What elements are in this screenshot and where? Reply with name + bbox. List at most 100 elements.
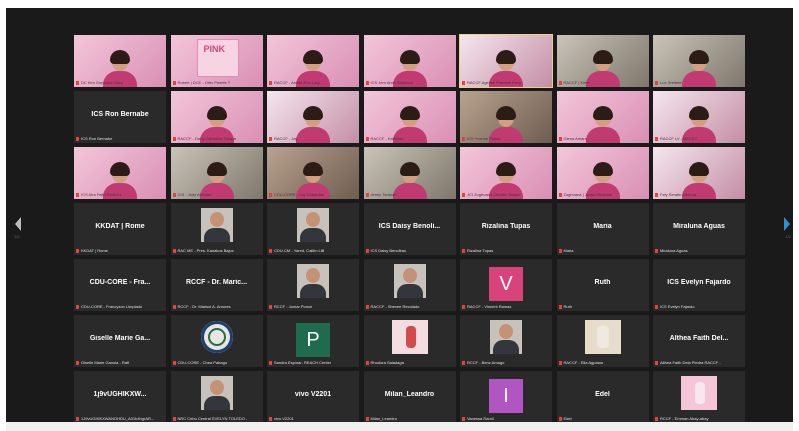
participant-tile[interactable]: CDU-CORE - Fra... CDU-CORE - Francyzon Li… — [74, 259, 166, 311]
profile-photo — [393, 264, 426, 298]
participant-tile[interactable]: RCCF - Dr. Maric... RCCF - Dr. Marisol A.… — [170, 259, 263, 311]
participant-tile[interactable]: RACCF - Jay — [267, 91, 359, 143]
participant-name-label: RACCF - Vincent Ramas — [462, 304, 550, 310]
participant-tile[interactable]: Althea Faith Del... Althea Faith Dela Pie… — [653, 315, 745, 367]
participant-name-label: ICS Aira Faith Federez — [76, 192, 164, 198]
participant-name-label: CDU-CM - Yared, Caitlin Lilli — [269, 248, 357, 254]
profile-picture — [391, 320, 428, 354]
participant-name-label: RACCF - Kathleen — [366, 136, 454, 142]
profile-photo — [200, 376, 233, 410]
participant-name-label: Rizalina Tupas — [462, 248, 550, 254]
participant-display-name: 1j9vUGHIKXW... — [93, 391, 147, 398]
participant-name-label: JCI Zugbuana Christie Tacson — [462, 192, 550, 198]
participant-name-label: CDU-CORE - Chea Pabago — [173, 360, 261, 366]
participant-tile[interactable]: Ruth Ruth — [556, 259, 649, 311]
participant-tile[interactable]: Milan_Leandro Milan_Leandro — [363, 371, 456, 423]
participant-name-label: RACCF LV - MECKY — [655, 136, 743, 142]
participant-tile[interactable]: RACCF LV - MECKY — [653, 91, 745, 143]
meeting-controls-bar — [6, 422, 793, 431]
participant-tile[interactable]: Giselle Marie Ga... Giselle Marie Ganola … — [74, 315, 166, 367]
participant-tile[interactable]: CDU-CORE - Chea Pabago — [170, 315, 263, 367]
participant-tile[interactable]: Edel Edel — [556, 371, 649, 423]
participant-tile[interactable]: RACCF - Archie Ron Lary — [267, 35, 359, 87]
participant-display-name: Maria — [593, 223, 612, 230]
participant-tile[interactable]: vivo V2201 vivo V2201 — [267, 371, 359, 423]
participant-tile[interactable]: Zugbuana | Jessa Memorio — [556, 147, 649, 199]
participant-tile[interactable]: Luz Jireltete — [653, 35, 745, 87]
participant-name-label: RACCF - Dairy Catherine Tarapa — [173, 136, 261, 142]
participant-name-label: RACCF - Archie Ron Lary — [269, 80, 357, 86]
participant-name-label: Zugbuana | Jessa Memorio — [559, 192, 647, 198]
participant-name-label: RAC ME - Pres. Kanakos Bajoc — [173, 248, 261, 254]
participant-tile[interactable]: Fely Serafin Abenoa — [653, 147, 745, 199]
participant-tile[interactable]: RACCF - Ella Agpawa — [556, 315, 649, 367]
participant-tile[interactable]: Glena Amaro — [556, 91, 649, 143]
participant-name-label: Ruth — [559, 304, 647, 310]
participant-tile[interactable]: P Sandra Espinar- REACH Center — [267, 315, 359, 367]
poster-text: PINK — [203, 44, 226, 54]
participant-name-label: RACCF - Shevee Recolado — [366, 304, 454, 310]
participant-tile[interactable]: RCCF - Jomar Ponce — [267, 259, 359, 311]
participant-tile[interactable]: Miraluna Aguas Miraluna Aguas — [653, 203, 745, 255]
profile-photo — [297, 264, 329, 298]
participant-tile[interactable]: ICS - Judy Alvindro — [170, 147, 263, 199]
participant-display-name: Miraluna Aguas — [673, 223, 725, 230]
participant-tile[interactable]: ICS Yvonne Palma — [460, 91, 552, 143]
participant-tile[interactable]: Rizalina Tupas Rizalina Tupas — [460, 203, 552, 255]
participant-name-label: Sandra Espinar- REACH Center — [269, 360, 357, 366]
participant-tile[interactable]: Rhodora Saladaga — [363, 315, 456, 367]
profile-picture — [681, 376, 717, 410]
participant-tile[interactable]: RACCF - Dairy Catherine Tarapa — [170, 91, 263, 143]
prev-page-button[interactable] — [14, 216, 22, 232]
participant-tile[interactable]: RAC ME - Pres. Kanakos Bajoc — [170, 203, 263, 255]
participant-tile[interactable]: CDU-CM - Yared, Caitlin Lilli — [267, 203, 359, 255]
participant-display-name: CDU-CORE - Fra... — [89, 279, 151, 286]
participant-tile[interactable]: PINK Robert | DCE - Ortic Pwerfe T — [170, 35, 263, 87]
avatar-initial: I — [489, 379, 523, 413]
participant-tile[interactable]: V RACCF - Vincent Ramas — [460, 259, 552, 311]
chevron-right-icon — [784, 217, 790, 231]
participant-display-name: Edel — [595, 391, 610, 398]
participant-tile[interactable]: KKDAT | Rome KKDAT | Rome — [74, 203, 166, 255]
participant-name-label: RACCF - Jay — [269, 136, 357, 142]
participant-tile[interactable]: 1j9vUGHIKXW... 1J9vUGHIKXWANOHDU_A01b4hgr… — [74, 371, 166, 423]
participant-name-label: RCCF - Jomar Ponce — [269, 304, 357, 310]
participant-tile[interactable]: I Vanessa Ramil — [460, 371, 552, 423]
participant-tile[interactable]: ICS Daisy Benoli... ICS Daisy Benolirac — [363, 203, 456, 255]
participant-tile[interactable]: RACCF Ageline Pramiah Perg — [459, 34, 553, 88]
participant-name-label: RCCF - Dr. Marisol A. Amores — [173, 304, 261, 310]
participant-tile[interactable]: ICS Ron Bernabe ICS Ron Bernabe — [74, 91, 166, 143]
participant-name-label: CDU-CORE - Lay Cabardas — [269, 192, 357, 198]
participant-name-label: ICS - Judy Alvindro — [173, 192, 261, 198]
participant-display-name: vivo V2201 — [294, 391, 332, 398]
participant-name-label: Rhodora Saladaga — [366, 360, 454, 366]
next-page-button[interactable] — [783, 216, 791, 232]
participant-tile[interactable]: RCCF - Emman Abay-abay — [653, 371, 745, 423]
participant-tile[interactable]: RACCF | Kent — [556, 35, 649, 87]
participant-tile[interactable]: RACCF - Kathleen — [363, 91, 456, 143]
participant-name-label: RACCF | Kent — [559, 80, 647, 86]
participant-name-label: CDU-CORE - Francyzon Limpiado — [76, 304, 164, 310]
participant-name-label: Miraluna Aguas — [655, 248, 743, 254]
participant-tile[interactable]: ICS Evelyn Fajardo ICS Evelyn Fajardo — [653, 259, 745, 311]
participant-tile[interactable]: CDU-CORE - Lay Cabardas — [267, 147, 359, 199]
participant-tile[interactable]: JCI Zugbuana Christie Tacson — [460, 147, 552, 199]
participant-tile[interactable]: Jenny Tantoan — [363, 147, 456, 199]
participant-tile[interactable]: NRC Cebu Central EVELYN TOLEDO - — [170, 371, 263, 423]
avatar-initial: P — [296, 323, 330, 357]
participant-tile[interactable]: DC Kim Gonzales Dacy — [74, 35, 166, 87]
participant-name-label: Maria — [559, 248, 647, 254]
participant-grid: DC Kim Gonzales Dacy PINK Robert | DCE - O… — [74, 34, 750, 423]
participant-tile[interactable]: ICS Jem Anne Solomon — [363, 35, 456, 87]
participant-tile[interactable]: RCCF - Benz Amago — [460, 315, 552, 367]
logo-seal-icon — [200, 321, 233, 353]
participant-tile[interactable]: RACCF - Shevee Recolado — [363, 259, 456, 311]
participant-display-name: Rizalina Tupas — [481, 223, 531, 230]
profile-photo — [490, 320, 522, 354]
profile-photo — [297, 208, 329, 242]
chevron-left-icon — [15, 217, 21, 231]
participant-tile[interactable]: Maria Maria — [556, 203, 649, 255]
participant-tile[interactable]: ICS Aira Faith Federez — [74, 147, 166, 199]
participant-name-label: Fely Serafin Abenoa — [655, 192, 743, 198]
participant-name-label: Althea Faith Dela Piedra RACCF - — [655, 360, 743, 366]
